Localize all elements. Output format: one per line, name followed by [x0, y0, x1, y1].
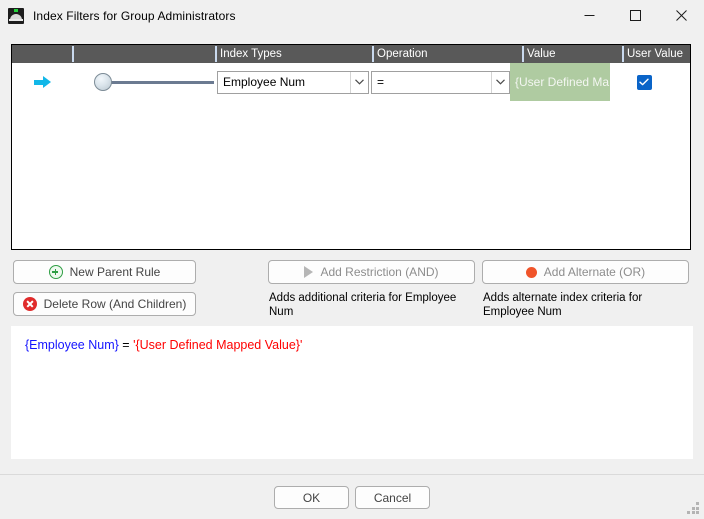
value-cell[interactable]: {User Defined Ma... [510, 63, 610, 101]
title-bar: Index Filters for Group Administrators [0, 0, 704, 32]
row-indicator-cell [12, 63, 72, 101]
chevron-down-icon[interactable] [350, 71, 368, 93]
delete-row-button[interactable]: Delete Row (And Children) [13, 292, 196, 316]
tree-level-cell [72, 63, 215, 101]
or-dot-icon [525, 266, 537, 278]
footer-bar: OK Cancel [0, 475, 704, 519]
new-parent-rule-button[interactable]: New Parent Rule [13, 260, 196, 284]
user-value-checkbox[interactable] [636, 74, 652, 90]
column-header-indicator[interactable] [12, 45, 72, 63]
app-icon [8, 7, 24, 24]
add-restriction-label: Add Restriction (AND) [320, 265, 439, 279]
index-type-cell[interactable]: Employee Num [215, 63, 369, 101]
minimize-icon[interactable] [566, 0, 612, 31]
new-parent-rule-label: New Parent Rule [69, 265, 161, 279]
expression-preview-panel: {Employee Num} = '{User Defined Mapped V… [11, 326, 693, 459]
grid-body: Employee Num = {User Defined Ma... [12, 63, 690, 249]
expression-value: '{User Defined Mapped Value}' [133, 338, 303, 352]
expression-operator: = [122, 338, 130, 352]
table-row[interactable]: Employee Num = {User Defined Ma... [12, 63, 690, 101]
operation-select[interactable]: = [371, 70, 510, 94]
cancel-button[interactable]: Cancel [355, 486, 430, 509]
window-controls [566, 0, 704, 31]
column-header-tree[interactable] [72, 45, 215, 63]
operation-cell[interactable]: = [369, 63, 510, 101]
column-header-value[interactable]: Value [522, 45, 622, 63]
maximize-icon[interactable] [612, 0, 658, 31]
index-filter-grid[interactable]: Index Types Operation Value User Value E… [11, 44, 691, 250]
column-header-index-types[interactable]: Index Types [215, 45, 372, 63]
user-value-cell[interactable] [610, 63, 678, 101]
ok-button[interactable]: OK [274, 486, 349, 509]
tree-node-icon [72, 63, 215, 101]
add-restriction-helper-text: Adds additional criteria for Employee Nu… [269, 292, 457, 318]
close-icon[interactable] [658, 0, 704, 31]
current-row-arrow-icon [33, 75, 51, 89]
play-triangle-icon [304, 266, 314, 278]
add-alternate-helper-text: Adds alternate index criteria for Employ… [483, 292, 643, 318]
add-restriction-button[interactable]: Add Restriction (AND) [268, 260, 475, 284]
delete-row-label: Delete Row (And Children) [43, 297, 187, 311]
delete-circle-icon [22, 297, 37, 311]
add-circle-icon [48, 265, 63, 279]
grid-header-row: Index Types Operation Value User Value [12, 45, 690, 63]
operation-value: = [377, 75, 385, 89]
expression-line: {Employee Num} = '{User Defined Mapped V… [25, 338, 679, 352]
add-alternate-label: Add Alternate (OR) [543, 265, 646, 279]
index-type-select[interactable]: Employee Num [217, 70, 369, 94]
expression-field: {Employee Num} [25, 338, 119, 352]
resize-grip[interactable] [687, 502, 700, 515]
chevron-down-icon[interactable] [491, 71, 509, 93]
column-header-operation[interactable]: Operation [372, 45, 522, 63]
index-type-value: Employee Num [223, 75, 306, 89]
add-alternate-button[interactable]: Add Alternate (OR) [482, 260, 689, 284]
column-header-user-value[interactable]: User Value [622, 45, 690, 63]
window-title: Index Filters for Group Administrators [33, 8, 236, 23]
